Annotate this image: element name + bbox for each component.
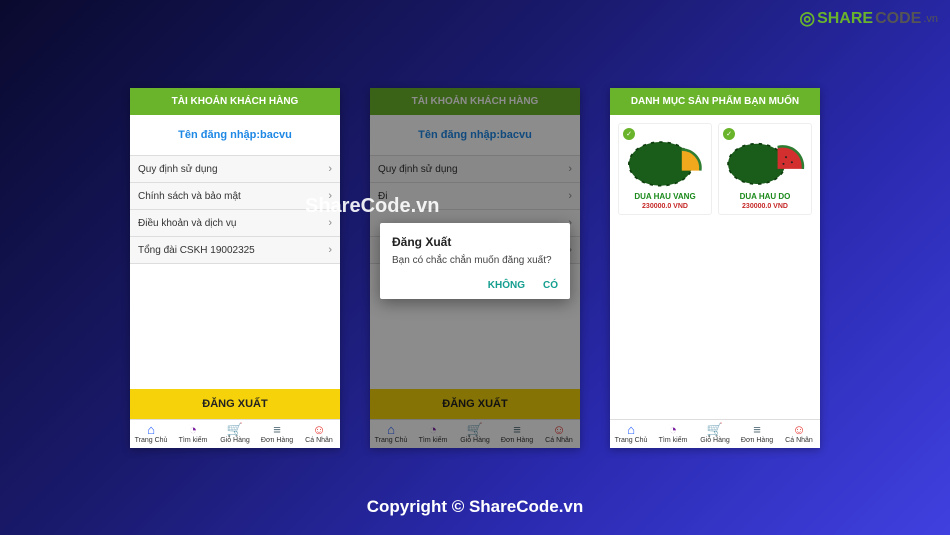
badge-icon: ✓ xyxy=(723,128,735,140)
tab-label: Giỏ Hàng xyxy=(220,437,250,444)
screen-logout-dialog: TÀI KHOẢN KHÁCH HÀNG Tên đăng nhập:bacvu… xyxy=(370,88,580,448)
tab-label: Đơn Hàng xyxy=(501,437,533,444)
dialog-title: Đăng Xuất xyxy=(392,235,558,249)
tab-home[interactable]: ⌂Trang Chủ xyxy=(130,420,172,448)
chevron-right-icon: › xyxy=(328,190,332,202)
product-name: DUA HAU VANG xyxy=(623,192,707,201)
cart-icon: 🛒 xyxy=(707,423,723,436)
screen-products: DANH MỤC SẢN PHẨM BẠN MUỐN ✓ DUA HAU VAN… xyxy=(610,88,820,448)
header-title: DANH MỤC SẢN PHẨM BẠN MUỐN xyxy=(610,88,820,115)
cart-icon: 🛒 xyxy=(227,423,243,436)
header-title: TÀI KHOẢN KHÁCH HÀNG xyxy=(130,88,340,115)
tab-label: Tìm kiếm xyxy=(659,437,688,444)
product-price: 230000.0 VND xyxy=(723,203,807,210)
tab-cart[interactable]: 🛒Giỏ Hàng xyxy=(694,420,736,448)
menu-label: Chính sách và bảo mật xyxy=(138,191,241,202)
product-grid: ✓ DUA HAU VANG 230000.0 VND ✓ xyxy=(610,115,820,223)
tab-label: Tìm kiếm xyxy=(179,437,208,444)
tab-search[interactable]: ◔Tìm kiếm xyxy=(172,420,214,448)
tab-label: Đơn Hàng xyxy=(741,437,773,444)
chevron-right-icon: › xyxy=(568,163,572,175)
tab-bar: ⌂Trang Chủ ◔Tìm kiếm 🛒Giỏ Hàng ≡Đơn Hàng… xyxy=(130,419,340,448)
home-icon: ⌂ xyxy=(387,423,395,436)
tab-label: Trang Chủ xyxy=(615,437,648,444)
tab-user[interactable]: ☺Cá Nhân xyxy=(538,420,580,448)
dialog-actions: KHÔNG CÓ xyxy=(392,280,558,291)
tab-search[interactable]: ◔Tìm kiếm xyxy=(652,420,694,448)
menu-item-terms-of-use[interactable]: Quy định sử dụng › xyxy=(130,156,340,183)
search-icon: ◔ xyxy=(429,423,437,436)
sharecode-logo: ◎ SHARECODE.vn xyxy=(799,8,938,29)
product-image xyxy=(723,128,807,188)
chevron-right-icon: › xyxy=(328,244,332,256)
badge-icon: ✓ xyxy=(623,128,635,140)
screens-row: TÀI KHOẢN KHÁCH HÀNG Tên đăng nhập:bacvu… xyxy=(0,88,950,448)
menu-label: Quy định sử dụng xyxy=(138,164,218,175)
tab-label: Trang Chủ xyxy=(135,437,168,444)
header-title: TÀI KHOẢN KHÁCH HÀNG xyxy=(370,88,580,115)
logo-icon: ◎ xyxy=(799,8,815,29)
chevron-right-icon: › xyxy=(328,163,332,175)
logout-button[interactable]: ĐĂNG XUẤT xyxy=(370,389,580,419)
home-icon: ⌂ xyxy=(147,423,155,436)
user-icon: ☺ xyxy=(792,423,805,436)
product-card[interactable]: ✓ DUA HAU VANG 230000.0 VND xyxy=(618,123,712,215)
login-name: Tên đăng nhập:bacvu xyxy=(370,115,580,155)
tab-order[interactable]: ≡Đơn Hàng xyxy=(256,420,298,448)
tab-cart[interactable]: 🛒Giỏ Hàng xyxy=(454,420,496,448)
tab-cart[interactable]: 🛒Giỏ Hàng xyxy=(214,420,256,448)
tab-home[interactable]: ⌂Trang Chủ xyxy=(610,420,652,448)
tab-bar: ⌂Trang Chủ ◔Tìm kiếm 🛒Giỏ Hàng ≡Đơn Hàng… xyxy=(370,419,580,448)
menu-label: Điều khoản và dịch vụ xyxy=(138,218,236,229)
tab-order[interactable]: ≡Đơn Hàng xyxy=(736,420,778,448)
product-name: DUA HAU DO xyxy=(723,192,807,201)
copyright-text: Copyright © ShareCode.vn xyxy=(0,497,950,517)
menu-item-privacy[interactable]: Chính sách và bảo mật › xyxy=(130,183,340,210)
dialog-message: Bạn có chắc chắn muốn đăng xuất? xyxy=(392,255,558,266)
search-icon: ◔ xyxy=(189,423,197,436)
tab-label: Cá Nhân xyxy=(305,437,333,444)
chevron-right-icon: › xyxy=(328,217,332,229)
dialog-no-button[interactable]: KHÔNG xyxy=(488,280,525,291)
user-icon: ☺ xyxy=(312,423,325,436)
tab-label: Đơn Hàng xyxy=(261,437,293,444)
user-icon: ☺ xyxy=(552,423,565,436)
dialog-yes-button[interactable]: CÓ xyxy=(543,280,558,291)
logo-share: SHARE xyxy=(817,10,873,28)
tab-label: Giỏ Hàng xyxy=(700,437,730,444)
tab-label: Tìm kiếm xyxy=(419,437,448,444)
home-icon: ⌂ xyxy=(627,423,635,436)
tab-bar: ⌂Trang Chủ ◔Tìm kiếm 🛒Giỏ Hàng ≡Đơn Hàng… xyxy=(610,419,820,448)
menu-list: Quy định sử dụng › Chính sách và bảo mật… xyxy=(130,155,340,264)
cart-icon: 🛒 xyxy=(467,423,483,436)
product-image xyxy=(623,128,707,188)
tab-user[interactable]: ☺Cá Nhân xyxy=(778,420,820,448)
logout-button[interactable]: ĐĂNG XUẤT xyxy=(130,389,340,419)
menu-label: Tổng đài CSKH 19002325 xyxy=(138,245,255,256)
tab-label: Trang Chủ xyxy=(375,437,408,444)
product-price: 230000.0 VND xyxy=(623,203,707,210)
tab-label: Giỏ Hàng xyxy=(460,437,490,444)
menu-item-terms-of-use[interactable]: Quy định sử dụng › xyxy=(370,156,580,183)
logo-vn: .vn xyxy=(923,13,938,25)
tab-home[interactable]: ⌂Trang Chủ xyxy=(370,420,412,448)
menu-item[interactable]: Đi› xyxy=(370,183,580,210)
logo-code: CODE xyxy=(875,10,921,28)
product-card[interactable]: ✓ DUA HAU DO 230000.0 VND xyxy=(718,123,812,215)
menu-item-tos[interactable]: Điều khoản và dịch vụ › xyxy=(130,210,340,237)
screen-account: TÀI KHOẢN KHÁCH HÀNG Tên đăng nhập:bacvu… xyxy=(130,88,340,448)
menu-item-hotline[interactable]: Tổng đài CSKH 19002325 › xyxy=(130,237,340,264)
search-icon: ◔ xyxy=(669,423,677,436)
tab-label: Cá Nhân xyxy=(785,437,813,444)
order-icon: ≡ xyxy=(513,423,521,436)
order-icon: ≡ xyxy=(753,423,761,436)
menu-label: Quy định sử dụng xyxy=(378,164,458,175)
order-icon: ≡ xyxy=(273,423,281,436)
tab-label: Cá Nhân xyxy=(545,437,573,444)
tab-order[interactable]: ≡Đơn Hàng xyxy=(496,420,538,448)
login-name: Tên đăng nhập:bacvu xyxy=(130,115,340,155)
tab-search[interactable]: ◔Tìm kiếm xyxy=(412,420,454,448)
tab-user[interactable]: ☺Cá Nhân xyxy=(298,420,340,448)
logout-dialog: Đăng Xuất Bạn có chắc chắn muốn đăng xuấ… xyxy=(380,223,570,299)
